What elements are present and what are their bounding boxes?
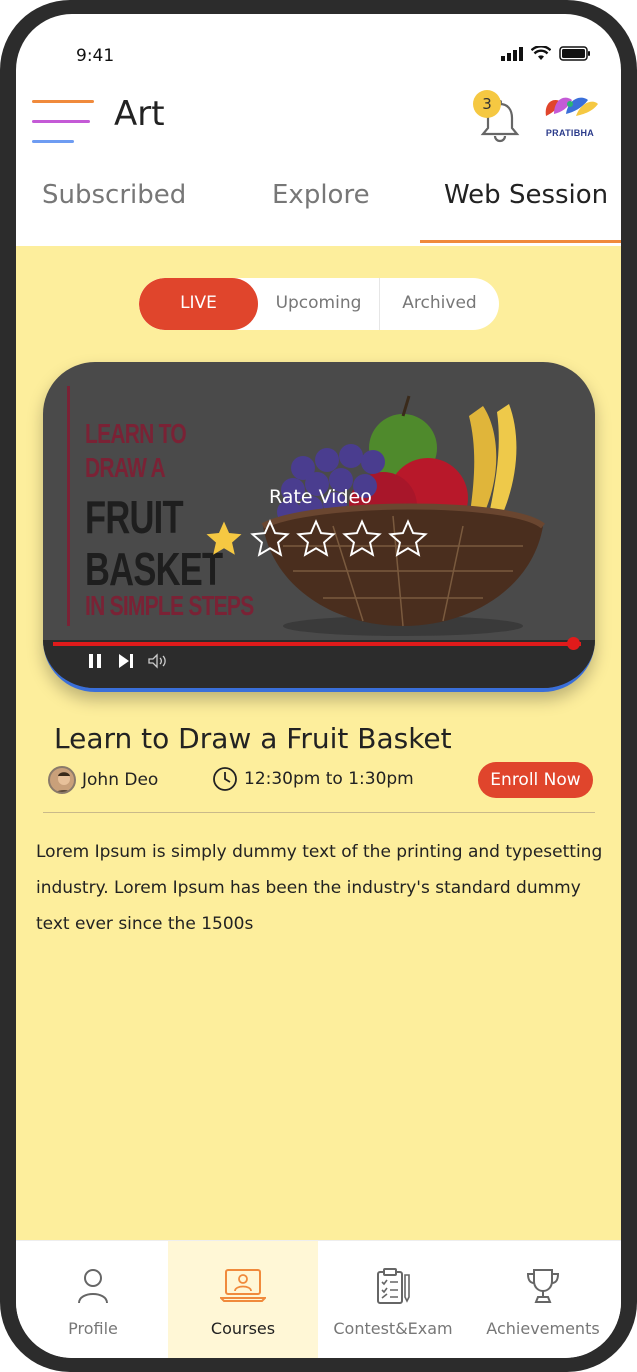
person-icon xyxy=(78,1269,108,1304)
volume-icon[interactable] xyxy=(147,652,169,670)
logo-text: PRATIBHA xyxy=(545,128,595,138)
rate-video-label: Rate Video xyxy=(269,486,372,508)
notification-badge: 3 xyxy=(473,90,501,118)
battery-icon xyxy=(559,46,590,61)
clipboard-checklist-icon xyxy=(377,1268,410,1304)
clock-icon xyxy=(213,767,237,791)
status-bar: 9:41 xyxy=(16,14,621,84)
video-progress-bar[interactable] xyxy=(53,642,581,646)
pause-icon[interactable] xyxy=(87,652,103,670)
tab-explore[interactable]: Explore xyxy=(272,180,370,210)
star-outline-icon[interactable] xyxy=(249,518,291,560)
segment-archived[interactable]: Archived xyxy=(380,278,499,330)
skip-next-icon[interactable] xyxy=(117,652,135,670)
status-icons xyxy=(501,46,591,61)
session-filter-segment: LIVE Upcoming Archived xyxy=(139,278,499,330)
nav-profile[interactable]: Profile xyxy=(18,1241,168,1358)
nav-contest-exam[interactable]: Contest&Exam xyxy=(318,1241,468,1358)
thumbnail-text-line: FRUIT xyxy=(85,491,184,543)
nav-label: Contest&Exam xyxy=(333,1319,453,1338)
rating-stars[interactable] xyxy=(203,518,429,560)
bottom-navigation: Profile Courses Contest&Exam Achievement… xyxy=(16,1240,621,1358)
tab-web-session[interactable]: Web Session xyxy=(444,180,608,210)
course-time-text: 12:30pm to 1:30pm xyxy=(244,769,414,789)
video-scrubber-handle[interactable] xyxy=(567,637,580,650)
divider xyxy=(43,812,595,813)
wifi-icon xyxy=(531,46,551,60)
phone-frame: 9:41 Art 3 PRATIBHA Subscribed Explore W… xyxy=(0,0,637,1372)
nav-label: Achievements xyxy=(486,1319,600,1338)
course-time: 12:30pm to 1:30pm xyxy=(212,766,414,792)
menu-icon[interactable] xyxy=(32,92,98,143)
course-author: John Deo xyxy=(48,766,158,794)
star-outline-icon[interactable] xyxy=(341,518,383,560)
segment-upcoming[interactable]: Upcoming xyxy=(258,278,380,330)
page-title: Art xyxy=(114,94,165,134)
video-player[interactable]: LEARN TO DRAW A FRUIT BASKET IN SIMPLE S… xyxy=(43,362,595,692)
app-header: Art 3 PRATIBHA xyxy=(16,84,621,164)
star-outline-icon[interactable] xyxy=(387,518,429,560)
star-filled-icon[interactable] xyxy=(203,518,245,560)
thumbnail-text-line: BASKET xyxy=(85,543,223,595)
pratibha-logo: PRATIBHA xyxy=(540,90,600,142)
author-avatar xyxy=(48,766,76,794)
phone-screen: 9:41 Art 3 PRATIBHA Subscribed Explore W… xyxy=(16,14,621,1358)
enroll-now-button[interactable]: Enroll Now xyxy=(478,762,593,798)
course-title: Learn to Draw a Fruit Basket xyxy=(54,722,452,755)
nav-achievements[interactable]: Achievements xyxy=(468,1241,618,1358)
thumbnail-text-line: IN SIMPLE STEPS xyxy=(85,590,254,621)
trophy-icon xyxy=(526,1269,560,1303)
top-tabs: Subscribed Explore Web Session xyxy=(16,164,621,246)
thumbnail-rule xyxy=(67,386,70,626)
status-time: 9:41 xyxy=(76,46,115,66)
nav-label: Profile xyxy=(68,1319,118,1338)
thumbnail-text-line: LEARN TO xyxy=(85,418,187,449)
course-description: Lorem Ipsum is simply dummy text of the … xyxy=(36,842,603,934)
active-tab-indicator xyxy=(420,240,621,243)
thumbnail-text-line: DRAW A xyxy=(85,452,166,483)
nav-courses[interactable]: Courses xyxy=(168,1241,318,1358)
main-content: LIVE Upcoming Archived LEARN TO DRAW A F… xyxy=(16,246,621,1254)
tab-subscribed[interactable]: Subscribed xyxy=(42,180,186,210)
segment-live[interactable]: LIVE xyxy=(139,278,258,330)
author-name: John Deo xyxy=(82,770,159,790)
nav-label: Courses xyxy=(210,1319,276,1338)
signal-icon xyxy=(501,46,523,61)
star-outline-icon[interactable] xyxy=(295,518,337,560)
laptop-user-icon xyxy=(220,1269,266,1302)
